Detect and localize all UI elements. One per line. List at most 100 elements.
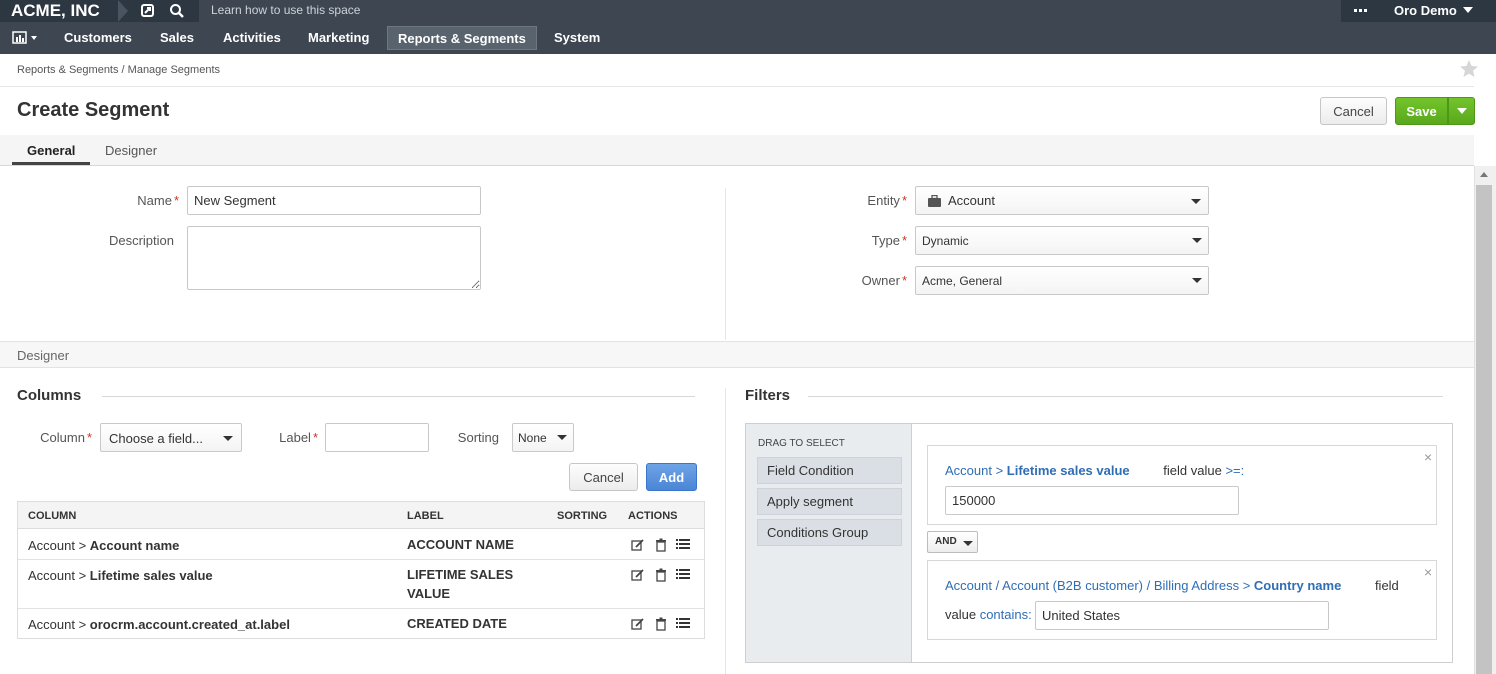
field-condition-tool[interactable]: Field Condition: [757, 457, 902, 484]
column-cancel-button[interactable]: Cancel: [569, 463, 638, 491]
user-menu[interactable]: Oro Demo: [1380, 0, 1496, 22]
operator-value: AND: [935, 536, 957, 547]
type-select[interactable]: Dynamic: [915, 226, 1209, 255]
breadcrumb: Reports & Segments / Manage Segments: [17, 64, 220, 76]
conditions-group-tool[interactable]: Conditions Group: [757, 519, 902, 546]
nav-system[interactable]: System: [544, 26, 610, 50]
search-icon[interactable]: [168, 2, 186, 20]
condition-value-input[interactable]: [1035, 601, 1329, 630]
column-add-button[interactable]: Add: [646, 463, 697, 491]
cancel-button[interactable]: Cancel: [1320, 97, 1387, 125]
filter-condition[interactable]: Account / Account (B2B customer) / Billi…: [927, 560, 1437, 640]
header-column: COLUMN: [28, 510, 77, 522]
trash-icon[interactable]: [654, 568, 668, 582]
close-icon[interactable]: ×: [1424, 449, 1432, 465]
save-options-toggle[interactable]: [1448, 97, 1475, 125]
columns-table: COLUMN LABEL SORTING ACTIONS Account > A…: [17, 501, 705, 639]
list-icon[interactable]: [676, 617, 690, 631]
nav-marketing[interactable]: Marketing: [298, 26, 379, 50]
list-icon[interactable]: [676, 538, 690, 552]
list-icon[interactable]: [676, 568, 690, 582]
chevron-down-icon: [1191, 199, 1201, 204]
dashboard-icon[interactable]: [6, 28, 42, 48]
chevron-down-icon: [1462, 7, 1473, 13]
help-search-input[interactable]: Learn how to use this space: [199, 0, 1341, 22]
owner-value: Acme, General: [922, 274, 1003, 288]
filter-tools-sidebar: DRAG TO SELECT Field Condition Apply seg…: [746, 424, 912, 662]
entity-select[interactable]: Account: [915, 186, 1209, 215]
condition-operator-link[interactable]: >=:: [1225, 463, 1244, 478]
owner-label-text: Owner: [861, 273, 900, 288]
filters-title-rule: [808, 396, 1443, 397]
entity-label: Entity *: [820, 193, 907, 208]
filters-title: Filters: [745, 387, 791, 404]
name-input[interactable]: [187, 186, 481, 215]
condition-criteria: Account > Lifetime sales value field val…: [945, 463, 1244, 478]
table-row: Account > Lifetime sales value LIFETIME …: [18, 560, 704, 609]
columns-table-header: COLUMN LABEL SORTING ACTIONS: [18, 502, 704, 529]
page-title: Create Segment: [17, 99, 170, 121]
label-field-label: Label *: [266, 430, 318, 445]
header-divider: [0, 86, 1474, 87]
favorite-star-icon[interactable]: [1458, 58, 1480, 80]
row-label: CREATED DATE: [407, 616, 507, 631]
required-marker: *: [86, 430, 92, 445]
nav-activities[interactable]: Activities: [213, 26, 291, 50]
user-name: Oro Demo: [1394, 3, 1457, 18]
row-label: LIFETIME SALES VALUE: [407, 567, 514, 601]
type-value: Dynamic: [922, 234, 969, 248]
table-row: Account > Account name ACCOUNT NAME: [18, 530, 704, 560]
column-field-placeholder: Choose a field...: [109, 431, 203, 446]
drag-to-select-label: DRAG TO SELECT: [758, 438, 845, 449]
column-label-input[interactable]: [325, 423, 429, 452]
more-menu-button[interactable]: [1343, 0, 1379, 22]
required-marker: *: [901, 273, 907, 288]
condition-text: field value: [1163, 463, 1222, 478]
condition-field-link[interactable]: Account / Account (B2B customer) / Billi…: [945, 578, 1341, 593]
row-column-prefix: Account >: [28, 568, 90, 583]
nav-customers[interactable]: Customers: [54, 26, 142, 50]
trash-icon[interactable]: [654, 617, 668, 631]
tab-designer[interactable]: Designer: [105, 143, 157, 158]
shortcut-icon[interactable]: [139, 2, 157, 20]
header-label: LABEL: [407, 510, 444, 522]
operator-toggle[interactable]: AND: [927, 531, 978, 553]
description-textarea[interactable]: [187, 226, 481, 290]
row-column-field: Lifetime sales value: [89, 568, 213, 583]
column-label: Column *: [30, 430, 92, 445]
condition-value-input[interactable]: [945, 486, 1239, 515]
row-column-prefix: Account >: [28, 617, 90, 632]
trash-icon[interactable]: [654, 538, 668, 552]
save-button[interactable]: Save: [1395, 97, 1448, 125]
owner-select[interactable]: Acme, General: [915, 266, 1209, 295]
column-field-select[interactable]: Choose a field...: [100, 423, 242, 452]
condition-field: Lifetime sales value: [1006, 463, 1130, 478]
condition-field-link[interactable]: Account > Lifetime sales value: [945, 463, 1130, 478]
sorting-select[interactable]: None: [512, 423, 574, 452]
entity-label-text: Entity: [867, 193, 900, 208]
column-label-text: Column: [40, 430, 85, 445]
tab-general[interactable]: General: [27, 143, 75, 158]
edit-icon[interactable]: [631, 538, 645, 552]
type-label: Type *: [820, 233, 907, 248]
edit-icon[interactable]: [631, 568, 645, 582]
apply-segment-tool[interactable]: Apply segment: [757, 488, 902, 515]
columns-title-rule: [102, 396, 695, 397]
condition-operator-link[interactable]: contains:: [980, 607, 1032, 622]
company-logo[interactable]: ACME, INC: [11, 1, 100, 21]
scrollbar-thumb[interactable]: [1476, 185, 1492, 674]
briefcase-icon: [927, 194, 942, 210]
nav-reports-segments[interactable]: Reports & Segments: [387, 26, 537, 50]
row-column: Account > orocrm.account.created_at.labe…: [28, 617, 290, 632]
nav-sales[interactable]: Sales: [150, 26, 204, 50]
description-label: Description: [108, 233, 174, 248]
designer-column-divider: [725, 388, 726, 674]
condition-field: Country name: [1253, 578, 1342, 593]
scroll-up-arrow-icon[interactable]: [1480, 172, 1488, 177]
sorting-label: Sorting: [457, 430, 499, 445]
close-icon[interactable]: ×: [1424, 564, 1432, 580]
filter-condition[interactable]: Account > Lifetime sales value field val…: [927, 445, 1437, 525]
edit-icon[interactable]: [631, 617, 645, 631]
chevron-down-icon: [223, 436, 233, 441]
name-label-text: Name: [137, 193, 172, 208]
